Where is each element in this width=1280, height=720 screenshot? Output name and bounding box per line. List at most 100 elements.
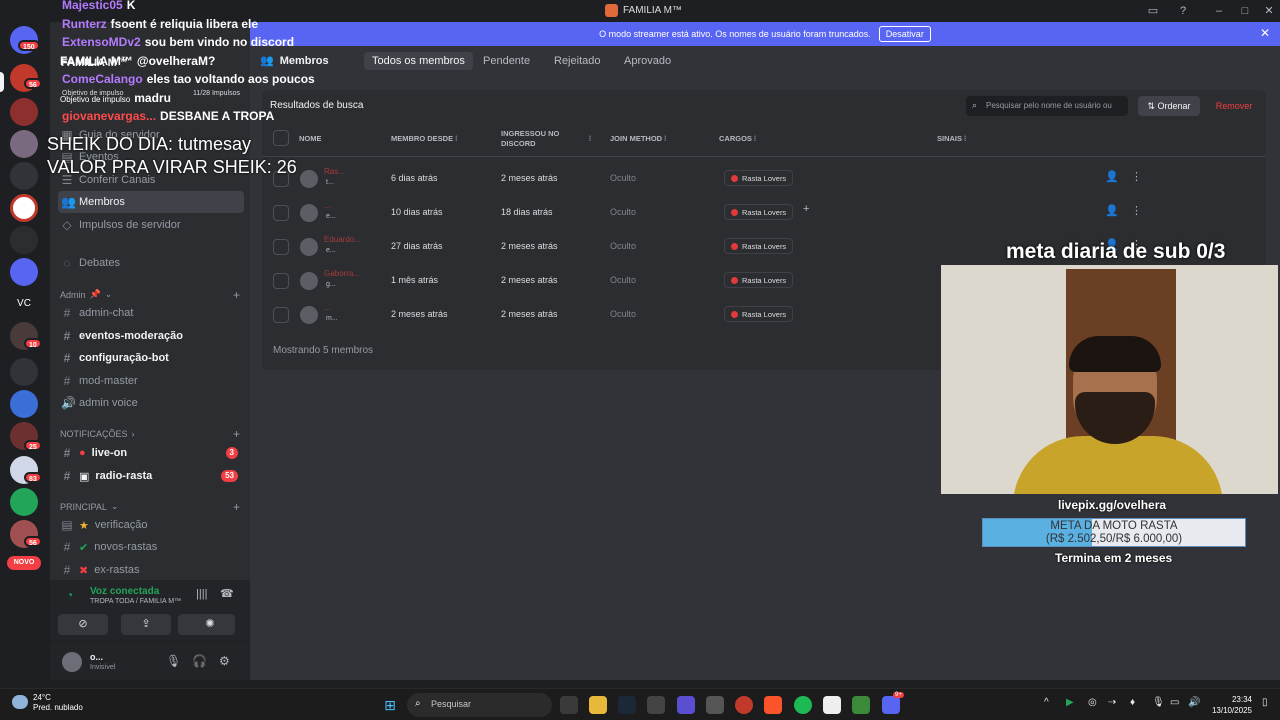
channel-configuracao-bot[interactable]: # configuração-bot [58, 347, 244, 369]
category-notificacoes[interactable]: NOTIFICAÇÕES › + [60, 427, 240, 441]
tab-approved[interactable]: Aprovado [616, 52, 679, 70]
profile-icon[interactable]: 👤 [1105, 204, 1119, 217]
server-icon[interactable] [10, 258, 38, 286]
server-boosts-item[interactable]: ◇ Impulsos de servidor [58, 214, 244, 236]
add-role-icon[interactable]: + [803, 203, 809, 215]
disable-streamer-button[interactable]: Desativar [878, 26, 931, 42]
app-icon[interactable] [677, 696, 695, 714]
tab-pending[interactable]: Pendente [475, 52, 538, 70]
member-search-input[interactable]: ⌕ Pesquisar pelo nome de usuário ou [966, 96, 1128, 116]
header-roles[interactable]: CARGOS ⫶ [719, 134, 756, 144]
add-channel-icon[interactable]: + [233, 288, 240, 302]
tray-app-icon[interactable]: ♦ [1130, 697, 1135, 708]
screenshare-button[interactable]: ⇪ [121, 614, 171, 635]
discord-icon[interactable] [882, 696, 900, 714]
channel-admin-chat[interactable]: # admin-chat [58, 302, 244, 324]
play-icon[interactable]: ▶ [1066, 697, 1074, 708]
row-checkbox[interactable] [273, 239, 289, 255]
volume-icon[interactable]: 🔊 [1188, 697, 1200, 708]
avatar[interactable] [300, 204, 318, 222]
avatar[interactable] [300, 170, 318, 188]
channel-eventos-moderacao[interactable]: # eventos-moderação [58, 325, 244, 347]
close-window-button[interactable]: ✕ [1261, 3, 1277, 19]
folder-icon[interactable] [10, 358, 38, 386]
channel-radio-rasta[interactable]: # ▣ radio-rasta 53 [58, 465, 244, 487]
avatar[interactable] [300, 306, 318, 324]
add-channel-icon[interactable]: + [233, 500, 240, 514]
role-tag[interactable]: Rasta Lovers [724, 204, 794, 220]
member-name[interactable]: ... [324, 201, 331, 210]
tab-rejected[interactable]: Rejeitado [546, 52, 608, 70]
app-icon[interactable] [647, 696, 665, 714]
chevron-up-icon[interactable]: ^ [1044, 697, 1049, 708]
opera-server-icon[interactable] [10, 194, 38, 222]
disconnect-icon[interactable]: ☎ [220, 587, 234, 600]
microphone-icon[interactable]: 🎙 [166, 654, 181, 668]
header-member-since[interactable]: MEMBRO DESDE ⫶ [391, 134, 457, 144]
noise-suppression-icon[interactable]: |||| [196, 588, 207, 600]
remove-button[interactable]: Remover [1206, 96, 1262, 116]
row-checkbox[interactable] [273, 307, 289, 323]
server-icon[interactable] [10, 130, 38, 158]
avatar[interactable] [300, 272, 318, 290]
folder-icon[interactable] [10, 162, 38, 190]
category-admin[interactable]: Admin 📌 ⌄ + [60, 288, 240, 302]
help-icon[interactable]: ? [1175, 3, 1191, 19]
more-options-icon[interactable]: ⋮ [1131, 204, 1142, 217]
brave-icon[interactable] [764, 696, 782, 714]
tray-app-icon[interactable]: ◎ [1088, 697, 1097, 708]
member-name[interactable]: Gaborra... [324, 269, 360, 278]
voice-status[interactable]: Voz conectada [90, 586, 159, 597]
avatar[interactable] [300, 238, 318, 256]
row-checkbox[interactable] [273, 273, 289, 289]
role-tag[interactable]: Rasta Lovers [724, 272, 794, 288]
inbox-icon[interactable]: ▭ [1145, 3, 1161, 19]
member-name[interactable]: ... [324, 303, 331, 312]
role-tag[interactable]: Rasta Lovers [724, 170, 794, 186]
channel-ex-rastas[interactable]: # ✖ ex-rastas [58, 559, 244, 581]
username[interactable]: o... [90, 652, 103, 662]
vc-server-icon[interactable]: VC [10, 290, 38, 318]
close-banner-icon[interactable]: ✕ [1260, 26, 1270, 40]
windows-start-icon[interactable]: ⊞ [381, 696, 399, 714]
channel-verificacao[interactable]: ▤ ★ verificação [58, 514, 244, 536]
notifications-icon[interactable]: ▯ [1262, 697, 1268, 708]
server-icon[interactable] [10, 226, 38, 254]
steam-icon[interactable] [618, 696, 636, 714]
tab-all-members[interactable]: Todos os membros [364, 52, 473, 70]
clock[interactable]: 23:34 13/10/2025 [1212, 694, 1252, 716]
tray-app-icon[interactable]: ⇢ [1108, 697, 1116, 708]
taskbar-search[interactable]: ⌕ Pesquisar [407, 693, 552, 717]
category-principal[interactable]: PRINCIPAL ⌄ + [60, 500, 240, 514]
spotify-icon[interactable] [794, 696, 812, 714]
header-join-method[interactable]: JOIN METHOD ⫶ [610, 134, 666, 144]
row-checkbox[interactable] [273, 205, 289, 221]
sort-button[interactable]: ⇅ Ordenar [1138, 96, 1200, 116]
profile-icon[interactable]: 👤 [1105, 170, 1119, 183]
channel-live-on[interactable]: # ● live-on 3 [58, 442, 244, 464]
members-item[interactable]: 👥 Membros [58, 191, 244, 213]
headphones-icon[interactable]: 🎧 [192, 654, 207, 668]
app-icon[interactable] [706, 696, 724, 714]
server-icon[interactable] [10, 390, 38, 418]
app-icon[interactable] [852, 696, 870, 714]
server-icon[interactable] [10, 488, 38, 516]
channel-novos-rastas[interactable]: # ✔ novos-rastas [58, 536, 244, 558]
microphone-icon[interactable]: 🎙 [1152, 697, 1165, 708]
header-signals[interactable]: SINAIS ⫶ [937, 134, 966, 144]
header-joined-discord[interactable]: INGRESSOU NO DISCORD [501, 129, 571, 149]
maximize-button[interactable]: □ [1237, 3, 1253, 19]
network-icon[interactable]: ▭ [1170, 697, 1179, 708]
member-name[interactable]: Ras... [324, 167, 345, 176]
soundboard-button[interactable]: ✺ [185, 614, 235, 635]
settings-gear-icon[interactable]: ⚙ [219, 654, 230, 668]
notepad-icon[interactable] [823, 696, 841, 714]
filter-icon[interactable]: ⫶ [589, 134, 591, 144]
role-tag[interactable]: Rasta Lovers [724, 238, 794, 254]
member-name[interactable]: Eduardo... [324, 235, 361, 244]
more-options-icon[interactable]: ⋮ [1131, 170, 1142, 183]
channel-admin-voice[interactable]: 🔊 admin voice [58, 392, 244, 414]
add-channel-icon[interactable]: + [233, 427, 240, 441]
table-row[interactable]: Ras... t... 6 dias atrás 2 meses atrás Ocult… [262, 161, 1266, 195]
camera-button[interactable]: ⊘ [58, 614, 108, 635]
